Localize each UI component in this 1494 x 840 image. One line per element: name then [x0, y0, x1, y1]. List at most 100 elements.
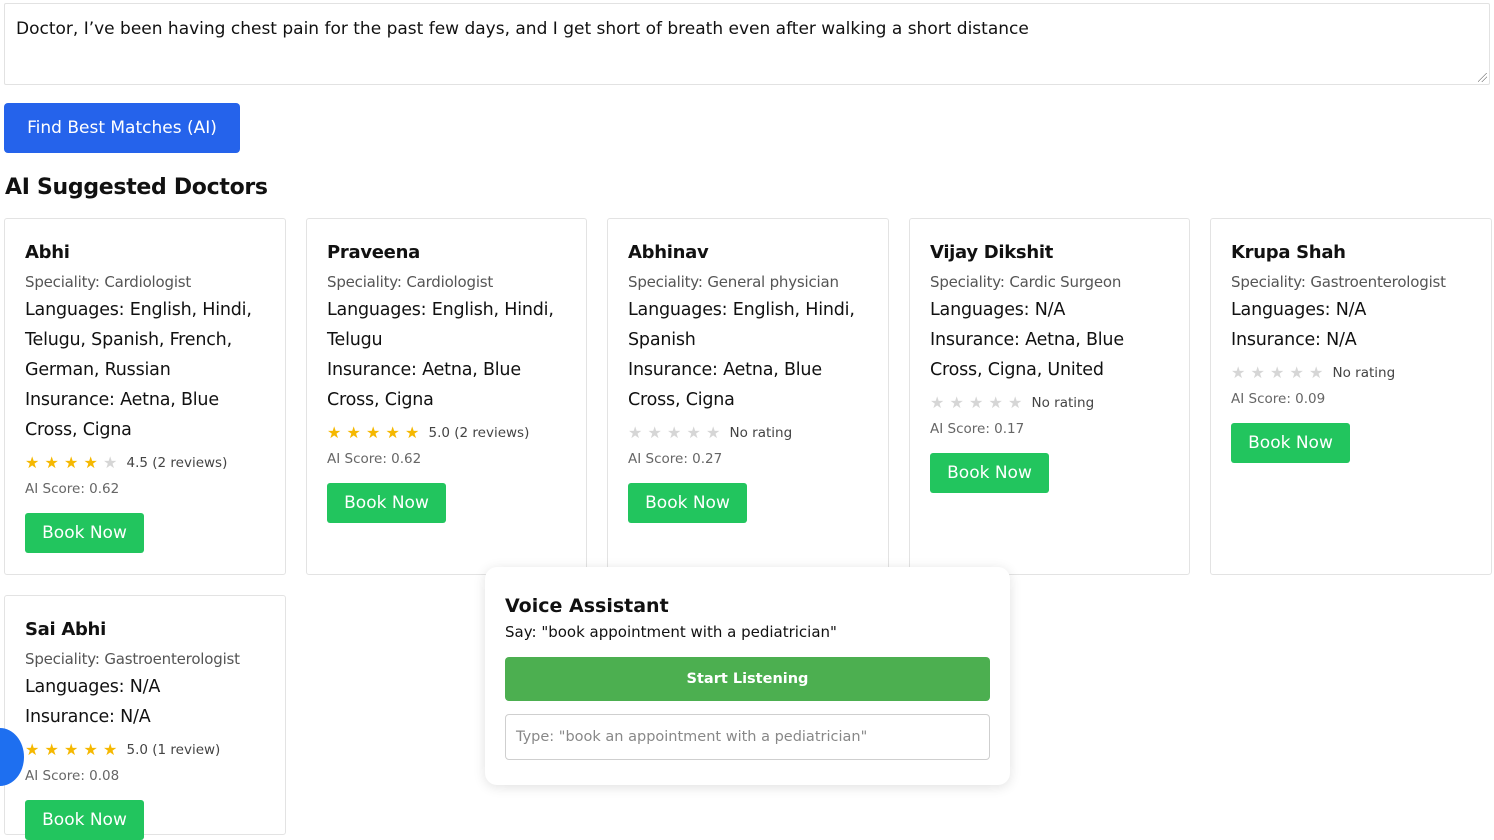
doctor-insurance: Insurance: Aetna, Blue Cross, Cigna [628, 355, 868, 415]
star-icon: ★ [44, 453, 59, 472]
doctor-languages-value: N/A [129, 677, 161, 697]
star-icon: ★ [1250, 363, 1265, 382]
rating-text: No rating [1332, 365, 1396, 381]
book-now-button[interactable]: Book Now [25, 799, 144, 840]
star-icon: ★ [969, 393, 984, 412]
doctor-name: Vijay Dikshit [930, 242, 1054, 263]
ai-score-value: 0.27 [692, 451, 723, 467]
doctor-name: Krupa Shah [1231, 242, 1346, 263]
star-icon: ★ [1231, 363, 1246, 382]
voice-assistant-title: Voice Assistant [505, 595, 669, 617]
ai-score: AI Score: 0.62 [327, 449, 566, 469]
doctor-speciality: Speciality: Gastroenterologist [25, 648, 265, 670]
resize-handle-icon[interactable] [1478, 73, 1487, 82]
ai-score: AI Score: 0.27 [628, 449, 868, 469]
ai-score-label: AI Score: [25, 768, 90, 784]
star-icon: ★ [628, 423, 643, 442]
doctor-languages-label: Languages: [25, 677, 130, 697]
star-icon: ★ [44, 740, 59, 759]
doctor-speciality-value: Gastroenterologist [104, 650, 240, 668]
doctor-rating: ★ ★ ★ ★ ★ No rating [628, 421, 868, 445]
doctor-card: Sai Abhi Speciality: Gastroenterologist La… [4, 595, 286, 840]
ai-score-label: AI Score: [327, 451, 392, 467]
doctor-insurance: Insurance: N/A [25, 702, 265, 732]
doctor-languages-label: Languages: [628, 300, 733, 320]
doctor-languages-label: Languages: [327, 300, 432, 320]
doctor-insurance: Insurance: Aetna, Blue Cross, Cigna [327, 355, 566, 415]
star-icon: ★ [385, 423, 400, 442]
book-now-button[interactable]: Book Now [628, 482, 747, 523]
doctor-card: Abhinav Speciality: General physician Lang… [607, 218, 889, 575]
star-icon: ★ [949, 393, 964, 412]
find-best-matches-button[interactable]: Find Best Matches (AI) [4, 103, 240, 153]
doctor-speciality-label: Speciality: [1231, 273, 1311, 291]
doctor-speciality: Speciality: General physician [628, 271, 868, 293]
doctor-speciality-value: General physician [707, 273, 839, 291]
star-icon: ★ [64, 740, 79, 759]
symptoms-textarea[interactable]: Doctor, I’ve been having chest pain for … [4, 3, 1490, 85]
star-icon: ★ [988, 393, 1003, 412]
book-now-button[interactable]: Book Now [930, 452, 1049, 493]
doctor-speciality-value: Gastroenterologist [1310, 273, 1446, 291]
start-listening-button[interactable]: Start Listening [505, 657, 990, 701]
doctor-speciality-label: Speciality: [25, 650, 105, 668]
ai-score-value: 0.08 [89, 768, 120, 784]
doctor-languages: Languages: English, Hindi, Telugu [327, 295, 566, 355]
symptoms-text: Doctor, I’ve been having chest pain for … [16, 19, 1029, 39]
voice-command-input[interactable]: Type: "book an appointment with a pediat… [505, 714, 990, 760]
doctor-insurance-label: Insurance: [628, 360, 724, 380]
doctor-card: Abhi Speciality: Cardiologist Languages: E… [4, 218, 286, 575]
star-icon: ★ [1289, 363, 1304, 382]
star-icon: ★ [1008, 393, 1023, 412]
doctor-rating: ★ ★ ★ ★ ★ 5.0 (2 reviews) [327, 421, 566, 445]
star-icon: ★ [1270, 363, 1285, 382]
doctor-insurance: Insurance: Aetna, Blue Cross, Cigna, Uni… [930, 325, 1169, 385]
doctor-insurance-label: Insurance: [25, 390, 121, 410]
doctor-name: Sai Abhi [25, 619, 106, 640]
doctor-insurance-label: Insurance: [25, 707, 121, 727]
voice-command-placeholder: Type: "book an appointment with a pediat… [516, 729, 868, 745]
ai-score: AI Score: 0.09 [1231, 389, 1471, 409]
doctor-languages: Languages: English, Hindi, Spanish [628, 295, 868, 355]
star-icon: ★ [346, 423, 361, 442]
ai-score-value: 0.09 [1295, 391, 1326, 407]
voice-assistant-panel: Voice Assistant Say: "book appointment w… [485, 567, 1010, 785]
star-icon: ★ [83, 453, 98, 472]
star-icon: ★ [83, 740, 98, 759]
doctor-name: Praveena [327, 242, 420, 263]
doctor-speciality: Speciality: Cardiologist [327, 271, 566, 293]
doctor-name: Abhinav [628, 242, 709, 263]
rating-text: No rating [729, 425, 793, 441]
ai-score-label: AI Score: [1231, 391, 1296, 407]
doctor-card: Praveena Speciality: Cardiologist Language… [306, 218, 587, 575]
doctor-speciality: Speciality: Cardiologist [25, 271, 265, 293]
ai-score-value: 0.62 [89, 481, 120, 497]
book-now-button[interactable]: Book Now [327, 482, 446, 523]
star-icon: ★ [103, 740, 118, 759]
section-title: AI Suggested Doctors [5, 175, 268, 200]
doctor-languages-label: Languages: [930, 300, 1035, 320]
star-icon: ★ [686, 423, 701, 442]
book-now-button[interactable]: Book Now [1231, 422, 1350, 463]
doctor-speciality-label: Speciality: [628, 273, 708, 291]
rating-text: 5.0 (1 review) [126, 742, 221, 758]
ai-score-label: AI Score: [930, 421, 995, 437]
ai-score-label: AI Score: [25, 481, 90, 497]
star-icon: ★ [327, 423, 342, 442]
rating-text: 4.5 (2 reviews) [126, 455, 228, 471]
ai-score-label: AI Score: [628, 451, 693, 467]
doctor-insurance-label: Insurance: [930, 330, 1026, 350]
doctor-rating: ★ ★ ★ ★ ★ No rating [1231, 361, 1471, 385]
doctor-speciality-label: Speciality: [25, 273, 105, 291]
star-icon: ★ [366, 423, 381, 442]
doctor-card: Vijay Dikshit Speciality: Cardic Surgeon L… [909, 218, 1190, 575]
doctor-languages: Languages: English, Hindi, Telugu, Spani… [25, 295, 265, 385]
doctor-languages-value: N/A [1034, 300, 1066, 320]
rating-text: No rating [1031, 395, 1095, 411]
ai-score: AI Score: 0.17 [930, 419, 1169, 439]
doctor-card: Krupa Shah Speciality: Gastroenterologist… [1210, 218, 1492, 575]
book-now-button[interactable]: Book Now [25, 512, 144, 553]
star-icon: ★ [1309, 363, 1324, 382]
doctor-speciality-label: Speciality: [930, 273, 1010, 291]
doctor-name: Abhi [25, 242, 70, 263]
